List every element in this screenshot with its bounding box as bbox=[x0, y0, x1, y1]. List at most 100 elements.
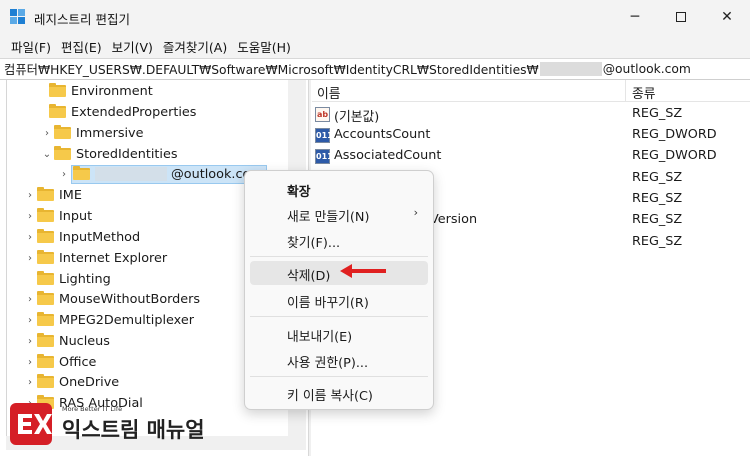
value-row[interactable]: ab (기본값) REG_SZ bbox=[312, 104, 750, 125]
menu-bar: 파일(F) 편집(E) 보기(V) 즐겨찾기(A) 도움말(H) bbox=[0, 34, 750, 58]
tree-item-lighting[interactable]: Lighting bbox=[23, 269, 111, 289]
chevron-right-icon[interactable]: › bbox=[23, 377, 37, 388]
folder-icon bbox=[73, 166, 90, 180]
folder-icon bbox=[49, 83, 66, 97]
menu-item-label: 이름 바꾸기(R) bbox=[287, 296, 369, 311]
blurred-account-name bbox=[95, 167, 167, 181]
tree-item-extendedproperties[interactable]: ExtendedProperties bbox=[35, 102, 196, 122]
folder-icon bbox=[37, 271, 54, 285]
folder-icon bbox=[37, 333, 54, 347]
tree-item-label: ExtendedProperties bbox=[71, 104, 197, 120]
column-header-type[interactable]: 종류 bbox=[632, 83, 656, 102]
column-header-name[interactable]: 이름 bbox=[317, 83, 341, 102]
menu-separator bbox=[250, 256, 428, 257]
dword-value-icon: 011 bbox=[315, 128, 333, 143]
tree-item-immersive[interactable]: › Immersive bbox=[40, 123, 144, 143]
folder-icon bbox=[37, 187, 54, 201]
menu-item-label: 새로 만들기(N) bbox=[287, 210, 370, 225]
folder-icon bbox=[54, 125, 71, 139]
tree-item-inputmethod[interactable]: › InputMethod bbox=[23, 227, 140, 247]
value-name: (기본값) bbox=[334, 110, 380, 125]
tree-item-mpeg2demultiplexer[interactable]: › MPEG2Demultiplexer bbox=[23, 310, 194, 330]
menu-item-new[interactable]: 새로 만들기(N) › bbox=[250, 202, 428, 226]
tree-item-input[interactable]: › Input bbox=[23, 206, 92, 226]
menu-item-find[interactable]: 찾기(F)... bbox=[250, 228, 428, 252]
folder-icon bbox=[54, 146, 71, 160]
address-suffix: @outlook.com bbox=[602, 62, 691, 76]
folder-icon bbox=[37, 229, 54, 243]
menu-file[interactable]: 파일(F) bbox=[6, 37, 56, 56]
red-arrow-icon bbox=[340, 264, 386, 278]
tree-item-label: IME bbox=[59, 187, 82, 203]
tree-item-label: Immersive bbox=[76, 125, 144, 141]
address-bar[interactable]: 컴퓨터₩HKEY_USERS₩.DEFAULT₩Software₩Microso… bbox=[0, 58, 750, 80]
folder-icon bbox=[37, 208, 54, 222]
tree-item-office[interactable]: › Office bbox=[23, 352, 96, 372]
window-title: 레지스트리 편집기 bbox=[34, 12, 130, 27]
menu-item-delete[interactable]: 삭제(D) bbox=[250, 261, 428, 285]
blurred-account-name bbox=[539, 62, 602, 76]
value-row[interactable]: 011 AccountsCount REG_DWORD bbox=[312, 125, 750, 146]
values-header: 이름 종류 bbox=[312, 80, 750, 102]
value-type: REG_SZ bbox=[632, 170, 683, 185]
menu-item-expand[interactable]: 확장 bbox=[250, 177, 428, 201]
menu-item-rename[interactable]: 이름 바꾸기(R) bbox=[250, 288, 428, 312]
menu-item-export[interactable]: 내보내기(E) bbox=[250, 322, 428, 346]
value-row[interactable]: 011 AssociatedCount REG_DWORD bbox=[312, 146, 750, 167]
tree-item-environment[interactable]: Environment bbox=[35, 81, 153, 101]
menu-item-permissions[interactable]: 사용 권한(P)... bbox=[250, 348, 428, 372]
tree-item-internet-explorer[interactable]: › Internet Explorer bbox=[23, 248, 167, 268]
menu-item-copy-key-name[interactable]: 키 이름 복사(C) bbox=[250, 381, 428, 405]
value-type: REG_SZ bbox=[632, 106, 683, 121]
menu-favorites[interactable]: 즐겨찾기(A) bbox=[158, 37, 232, 56]
folder-icon bbox=[37, 312, 54, 326]
tree-item-nucleus[interactable]: › Nucleus bbox=[23, 331, 110, 351]
tree-item-label: StoredIdentities bbox=[76, 146, 178, 162]
tree-item-onedrive[interactable]: › OneDrive bbox=[23, 372, 119, 392]
value-type: REG_SZ bbox=[632, 191, 683, 206]
tree-item-outlook-account[interactable]: › @outlook.com bbox=[57, 164, 267, 184]
regedit-app-icon bbox=[10, 9, 26, 25]
menu-view[interactable]: 보기(V) bbox=[107, 37, 158, 56]
tree-item-label: Internet Explorer bbox=[59, 250, 168, 266]
title-bar: 레지스트리 편집기 ─ ✕ bbox=[0, 0, 750, 34]
minimize-icon: ─ bbox=[630, 9, 640, 25]
chevron-right-icon[interactable]: › bbox=[23, 315, 37, 326]
menu-item-label: 확장 bbox=[287, 185, 311, 200]
watermark-logo: More Better IT Life 익스트림 매뉴얼 bbox=[10, 403, 205, 451]
maximize-icon bbox=[676, 12, 686, 22]
menu-item-label: 내보내기(E) bbox=[287, 330, 353, 345]
chevron-right-icon[interactable]: › bbox=[23, 294, 37, 305]
chevron-right-icon[interactable]: › bbox=[23, 357, 37, 368]
tree-item-label: Environment bbox=[71, 83, 153, 99]
chevron-right-icon[interactable]: › bbox=[57, 169, 71, 180]
menu-help[interactable]: 도움말(H) bbox=[232, 37, 296, 56]
tree-item-label: MouseWithoutBorders bbox=[59, 291, 201, 307]
chevron-down-icon[interactable]: ⌄ bbox=[40, 149, 54, 160]
close-button[interactable]: ✕ bbox=[704, 0, 750, 34]
chevron-right-icon: › bbox=[413, 206, 418, 219]
logo-name: 익스트림 매뉴얼 bbox=[62, 418, 205, 442]
tree-item-mousewithoutborders[interactable]: › MouseWithoutBorders bbox=[23, 289, 200, 309]
menu-edit[interactable]: 편집(E) bbox=[56, 37, 107, 56]
chevron-right-icon[interactable]: › bbox=[23, 336, 37, 347]
folder-icon bbox=[37, 374, 54, 388]
chevron-right-icon[interactable]: › bbox=[40, 128, 54, 139]
context-menu: 확장 새로 만들기(N) › 찾기(F)... 삭제(D) 이름 바꾸기(R) … bbox=[244, 170, 434, 410]
chevron-right-icon[interactable]: › bbox=[23, 253, 37, 264]
tree-item-ime[interactable]: › IME bbox=[23, 185, 82, 205]
value-name: AccountsCount bbox=[334, 127, 431, 142]
tree-item-label: Office bbox=[59, 354, 97, 370]
minimize-button[interactable]: ─ bbox=[612, 0, 658, 34]
column-separator[interactable] bbox=[625, 80, 626, 102]
chevron-right-icon[interactable]: › bbox=[23, 190, 37, 201]
tree-item-label: Nucleus bbox=[59, 333, 110, 349]
chevron-right-icon[interactable]: › bbox=[23, 211, 37, 222]
maximize-button[interactable] bbox=[658, 0, 704, 34]
tree-item-label: OneDrive bbox=[59, 374, 120, 390]
chevron-right-icon[interactable]: › bbox=[23, 232, 37, 243]
tree-item-label: MPEG2Demultiplexer bbox=[59, 312, 194, 328]
tree-item-label: Lighting bbox=[59, 271, 111, 287]
selected-tree-node[interactable]: @outlook.com bbox=[71, 164, 267, 184]
tree-item-storedidentities[interactable]: ⌄ StoredIdentities bbox=[40, 144, 178, 164]
